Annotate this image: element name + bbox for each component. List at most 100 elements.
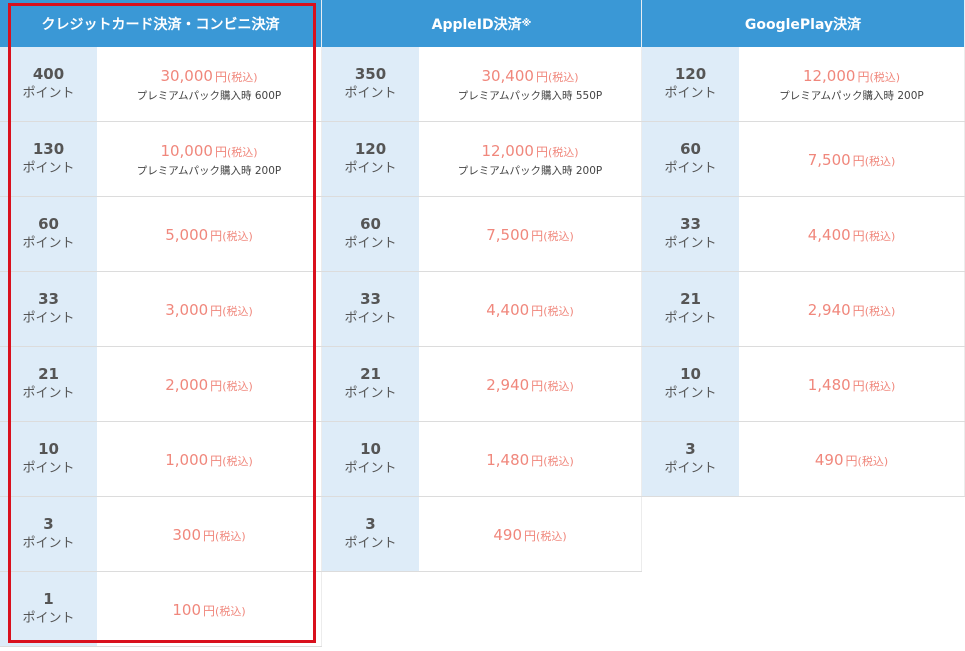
price-cell: 2,000 円(税込) <box>97 347 322 421</box>
table-row: 400 ポイント 30,000 円(税込) プレミアムパック購入時 600P <box>0 47 322 122</box>
price-tax: (税込) <box>857 454 889 468</box>
price-amount: 30,000 <box>160 66 213 85</box>
points-cell: 60 ポイント <box>322 197 419 271</box>
price-line: 1,480 円(税込) <box>808 375 896 394</box>
points-unit: ポイント <box>344 86 397 101</box>
price-yen: 円 <box>852 153 865 168</box>
price-amount: 12,000 <box>802 66 856 85</box>
points-unit: ポイント <box>344 536 397 551</box>
premium-pack-note: プレミアムパック購入時 200P <box>136 164 282 177</box>
price-line: 300 円(税込) <box>172 525 245 544</box>
price-amount: 2,000 <box>165 375 209 394</box>
price-line: 12,000 円(税込) <box>481 141 578 160</box>
price-tax: (税込) <box>536 529 567 543</box>
table-row: 120 ポイント 12,000 円(税込) プレミアムパック購入時 200P <box>642 47 965 122</box>
premium-pack-note: プレミアムパック購入時 600P <box>136 89 282 102</box>
price-yen: 円 <box>210 303 223 318</box>
points-unit: ポイント <box>344 386 397 401</box>
points-unit: ポイント <box>664 161 717 176</box>
points-cell: 33 ポイント <box>322 272 419 346</box>
points-unit: ポイント <box>22 386 75 401</box>
points-cell: 33 ポイント <box>642 197 739 271</box>
table-row: 10 ポイント 1,480 円(税込) <box>642 347 965 422</box>
price-amount: 7,500 <box>486 225 530 244</box>
price-line: 1,480 円(税込) <box>486 450 574 469</box>
price-tax: (税込) <box>222 229 253 243</box>
table-row: 60 ポイント 5,000 円(税込) <box>0 197 322 272</box>
price-line: 2,940 円(税込) <box>486 375 574 394</box>
table-row: 3 ポイント 490 円(税込) <box>642 422 965 497</box>
price-cell: 5,000 円(税込) <box>97 197 322 271</box>
price-cell: 100 円(税込) <box>97 572 322 646</box>
points-unit: ポイント <box>22 611 75 626</box>
price-cell: 30,400 円(税込) プレミアムパック購入時 550P <box>419 47 642 121</box>
points-value: 350 <box>354 65 387 83</box>
price-tax: (税込) <box>547 70 579 84</box>
price-cell: 490 円(税込) <box>739 422 965 496</box>
price-amount: 1,480 <box>807 375 851 394</box>
points-unit: ポイント <box>22 161 75 176</box>
price-amount: 1,000 <box>165 450 209 469</box>
column-title: AppleID決済 <box>431 16 522 33</box>
points-unit: ポイント <box>22 86 75 101</box>
price-line: 2,940 円(税込) <box>808 300 896 319</box>
price-amount: 5,000 <box>165 225 209 244</box>
points-value: 3 <box>685 440 696 458</box>
table-row: 3 ポイント 490 円(税込) <box>322 497 642 572</box>
price-cell: 2,940 円(税込) <box>739 272 965 346</box>
column-title: クレジットカード決済・コンビニ決済 <box>41 16 280 33</box>
price-yen: 円 <box>852 303 865 318</box>
price-line: 490 円(税込) <box>493 525 566 544</box>
points-unit: ポイント <box>664 311 717 326</box>
price-yen: 円 <box>531 453 544 468</box>
points-unit: ポイント <box>664 86 717 101</box>
price-line: 490 円(税込) <box>815 450 888 469</box>
price-amount: 12,000 <box>481 141 534 160</box>
price-yen: 円 <box>203 603 216 618</box>
price-cell: 4,400 円(税込) <box>739 197 965 271</box>
column-credit-card-convenience: クレジットカード決済・コンビニ決済 400 ポイント 30,000 円(税込) プレミア… <box>0 0 322 647</box>
price-line: 1,000 円(税込) <box>165 450 253 469</box>
points-unit: ポイント <box>344 161 397 176</box>
table-row: 10 ポイント 1,480 円(税込) <box>322 422 642 497</box>
points-value: 33 <box>38 290 59 308</box>
price-line: 7,500 円(税込) <box>486 225 574 244</box>
price-yen: 円 <box>535 144 548 159</box>
points-cell: 21 ポイント <box>322 347 419 421</box>
points-cell: 21 ポイント <box>642 272 739 346</box>
price-amount: 300 <box>172 525 202 544</box>
price-tax: (税込) <box>226 70 258 84</box>
premium-pack-note: プレミアムパック購入時 200P <box>457 164 603 177</box>
points-value: 21 <box>38 365 59 383</box>
table-row: 33 ポイント 4,400 円(税込) <box>322 272 642 347</box>
price-amount: 10,000 <box>160 141 213 160</box>
price-amount: 4,400 <box>807 225 851 244</box>
price-cell: 300 円(税込) <box>97 497 322 571</box>
points-value: 60 <box>38 215 59 233</box>
premium-pack-note: プレミアムパック購入時 550P <box>457 89 603 102</box>
price-yen: 円 <box>845 453 858 468</box>
column-title: GooglePlay決済 <box>744 16 862 33</box>
points-unit: ポイント <box>664 461 717 476</box>
column-header: GooglePlay決済 <box>642 0 965 47</box>
price-tax: (税込) <box>543 304 574 318</box>
price-cell: 12,000 円(税込) プレミアムパック購入時 200P <box>739 47 965 121</box>
price-amount: 4,400 <box>486 300 530 319</box>
price-tax: (税込) <box>543 379 574 393</box>
price-cell: 7,500 円(税込) <box>419 197 642 271</box>
table-row: 21 ポイント 2,000 円(税込) <box>0 347 322 422</box>
price-yen: 円 <box>214 69 227 84</box>
points-value: 33 <box>680 215 701 233</box>
points-cell: 10 ポイント <box>322 422 419 496</box>
points-cell: 130 ポイント <box>0 122 97 196</box>
price-table: 350 ポイント 30,400 円(税込) プレミアムパック購入時 550P 120 ポイン… <box>322 47 642 572</box>
price-amount: 2,940 <box>486 375 530 394</box>
points-unit: ポイント <box>344 236 397 251</box>
points-unit: ポイント <box>22 236 75 251</box>
points-value: 1 <box>43 590 54 608</box>
points-cell: 60 ポイント <box>642 122 739 196</box>
table-row: 3 ポイント 300 円(税込) <box>0 497 322 572</box>
table-row: 120 ポイント 12,000 円(税込) プレミアムパック購入時 200P <box>322 122 642 197</box>
price-tax: (税込) <box>222 379 253 393</box>
price-yen: 円 <box>210 453 223 468</box>
